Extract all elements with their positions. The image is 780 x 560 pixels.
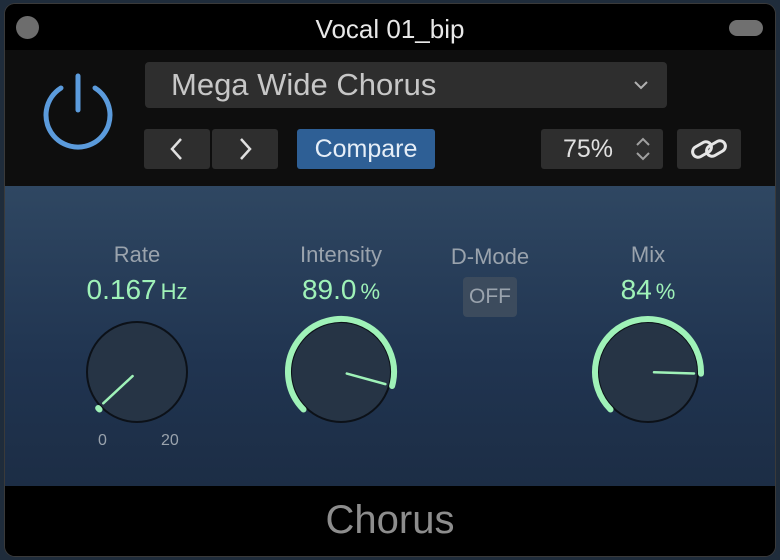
mix-unit: %	[655, 279, 676, 304]
stepper-arrows-icon	[636, 137, 650, 161]
mix-label: Mix	[630, 242, 666, 267]
zoom-value: 75%	[563, 135, 614, 163]
chevron-down-icon	[634, 81, 648, 90]
preset-name: Mega Wide Chorus	[171, 67, 437, 102]
plugin-window: Vocal 01_bip Mega Wide Chorus Compare 75…	[5, 4, 775, 556]
power-icon	[43, 73, 113, 150]
compare-button[interactable]: Compare	[297, 129, 435, 169]
preset-selector[interactable]: Mega Wide Chorus	[145, 62, 667, 108]
dmode-toggle-button[interactable]: OFF	[463, 277, 517, 317]
previous-preset-button[interactable]	[144, 129, 210, 169]
rate-unit: Hz	[160, 279, 188, 304]
rate-scale-min: 0	[98, 432, 107, 449]
plugin-footer: Chorus	[5, 486, 775, 556]
intensity-value-number: 89.0	[301, 274, 357, 305]
intensity-value: 89.0%	[241, 274, 441, 306]
rate-knob[interactable]	[77, 312, 197, 432]
chevron-right-icon	[240, 138, 252, 160]
rate-value: 0.167 Hz	[37, 274, 237, 306]
mix-value-number: 84	[620, 274, 652, 305]
chorus-controls-panel: Rate 0.167 Hz 0 20 Intensity 89.0% D-Mode…	[5, 186, 775, 486]
next-preset-button[interactable]	[212, 129, 278, 169]
mix-value: 84%	[548, 274, 748, 306]
rate-value-number: 0.167	[86, 274, 157, 305]
plugin-name: Chorus	[325, 498, 455, 542]
knob-body	[290, 321, 392, 423]
intensity-knob[interactable]	[281, 312, 401, 432]
intensity-label: Intensity	[300, 242, 382, 267]
knob-body	[86, 321, 188, 423]
zoom-stepper[interactable]: 75%	[541, 129, 663, 169]
mix-knob[interactable]	[588, 312, 708, 432]
plugin-header: Mega Wide Chorus Compare 75%	[5, 50, 775, 186]
knob-indicator	[652, 370, 696, 375]
link-button[interactable]	[677, 129, 741, 169]
intensity-unit: %	[360, 279, 381, 304]
link-icon	[691, 139, 727, 159]
power-button[interactable]	[35, 68, 121, 154]
window-toggle-button[interactable]	[729, 20, 763, 36]
title-bar[interactable]: Vocal 01_bip	[5, 4, 775, 50]
knob-value-arc	[95, 405, 103, 413]
window-title: Vocal 01_bip	[315, 14, 465, 44]
rate-label: Rate	[113, 242, 161, 267]
chevron-left-icon	[170, 138, 182, 160]
rate-scale-max: 20	[161, 432, 179, 449]
dmode-label: D-Mode	[450, 244, 530, 269]
